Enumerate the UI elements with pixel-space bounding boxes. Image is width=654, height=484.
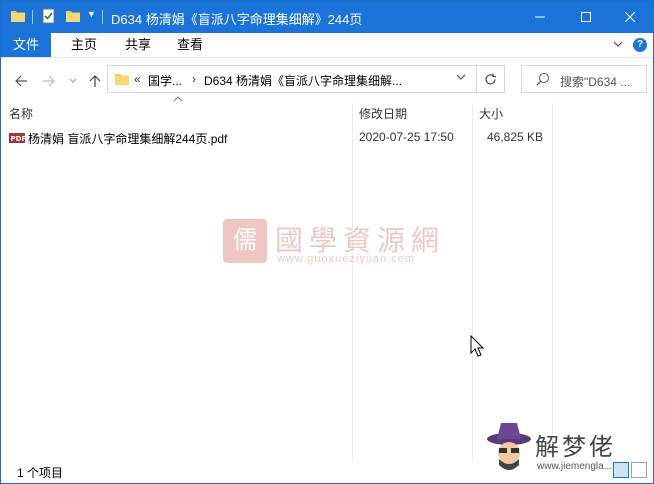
file-modified-date: 2020-07-25 17:50 [359,130,454,144]
chevron-down-icon [69,78,77,83]
recent-locations-button[interactable] [63,71,83,91]
corner-logo: 解梦佬 www.jiemengla... [485,421,613,480]
watermark-url: www.guoxueziyuan.com [277,253,416,265]
customize-toolbar-dropdown-icon[interactable]: ▼ [87,9,96,19]
file-name[interactable]: 杨清娟 盲派八字命理集细解244页.pdf [28,130,227,147]
svg-text:PDF: PDF [11,135,26,143]
search-icon [536,73,549,86]
large-icons-view-button[interactable] [631,462,647,478]
ribbon-tabs: 文件 主页 共享 查看 ? [1,33,653,58]
expand-ribbon-icon[interactable] [613,40,623,48]
breadcrumb-overflow[interactable]: « [134,72,141,86]
breadcrumb-item[interactable]: 国学... [148,72,182,89]
new-folder-icon[interactable] [65,8,81,24]
maximize-button[interactable] [563,1,609,33]
pdf-icon: PDF [9,133,26,143]
close-button[interactable] [607,1,653,33]
help-icon[interactable]: ? [633,38,647,52]
status-item-count: 1 个项目 [17,466,64,480]
folder-icon [115,74,129,85]
maximize-icon [581,12,591,22]
breadcrumb-item[interactable]: D634 杨清娟《盲派八字命理集细解... [204,72,402,89]
arrow-right-icon [43,75,55,87]
column-header-name[interactable]: 名称 [9,103,33,125]
minimize-button[interactable] [517,1,563,33]
search-input[interactable]: 搜索"D634 ... [521,65,647,93]
window-title: D634 杨清娟《盲派八字命理集细解》244页 [111,12,363,27]
details-view-button[interactable] [613,462,629,478]
column-header-size[interactable]: 大小 [479,103,503,125]
sort-ascending-icon [173,96,183,102]
arrow-up-icon [89,75,101,87]
file-row[interactable]: PDF 杨清娟 盲派八字命理集细解244页.pdf 2020-07-25 17:… [1,127,561,147]
back-button[interactable] [11,71,31,91]
mouse-cursor-icon [470,335,484,357]
corner-logo-url: www.jiemengla... [537,461,613,472]
file-size: 46,825 KB [487,130,544,144]
column-header-date[interactable]: 修改日期 [359,103,407,125]
corner-logo-text: 解梦佬 [535,433,616,461]
arrow-left-icon [15,75,27,87]
column-divider[interactable] [352,103,353,461]
tab-file[interactable]: 文件 [1,33,51,57]
explorer-window: ▼ D634 杨清娟《盲派八字命理集细解》244页 文件 主页 共享 查看 ? … [0,0,654,484]
tab-view[interactable]: 查看 [167,33,213,57]
refresh-button[interactable] [477,65,505,93]
title-bar: ▼ D634 杨清娟《盲派八字命理集细解》244页 [1,1,653,33]
watermark-logo-icon: 儒 [223,219,267,263]
search-placeholder: 搜索"D634 ... [560,75,631,89]
detective-avatar-icon [487,423,531,470]
column-divider[interactable] [552,103,553,461]
refresh-icon [485,73,496,84]
tab-home[interactable]: 主页 [61,33,107,57]
chevron-down-icon[interactable] [456,74,466,82]
tab-share[interactable]: 共享 [115,33,161,57]
breadcrumb-separator-icon[interactable]: › [192,72,196,86]
properties-icon[interactable] [41,8,57,24]
up-button[interactable] [85,71,105,91]
folder-icon[interactable] [10,8,26,24]
address-bar[interactable]: « 国学... › D634 杨清娟《盲派八字命理集细解... [107,65,477,93]
close-icon [625,12,635,22]
forward-button[interactable] [39,71,59,91]
column-divider[interactable] [472,103,473,461]
minimize-icon [535,16,545,18]
